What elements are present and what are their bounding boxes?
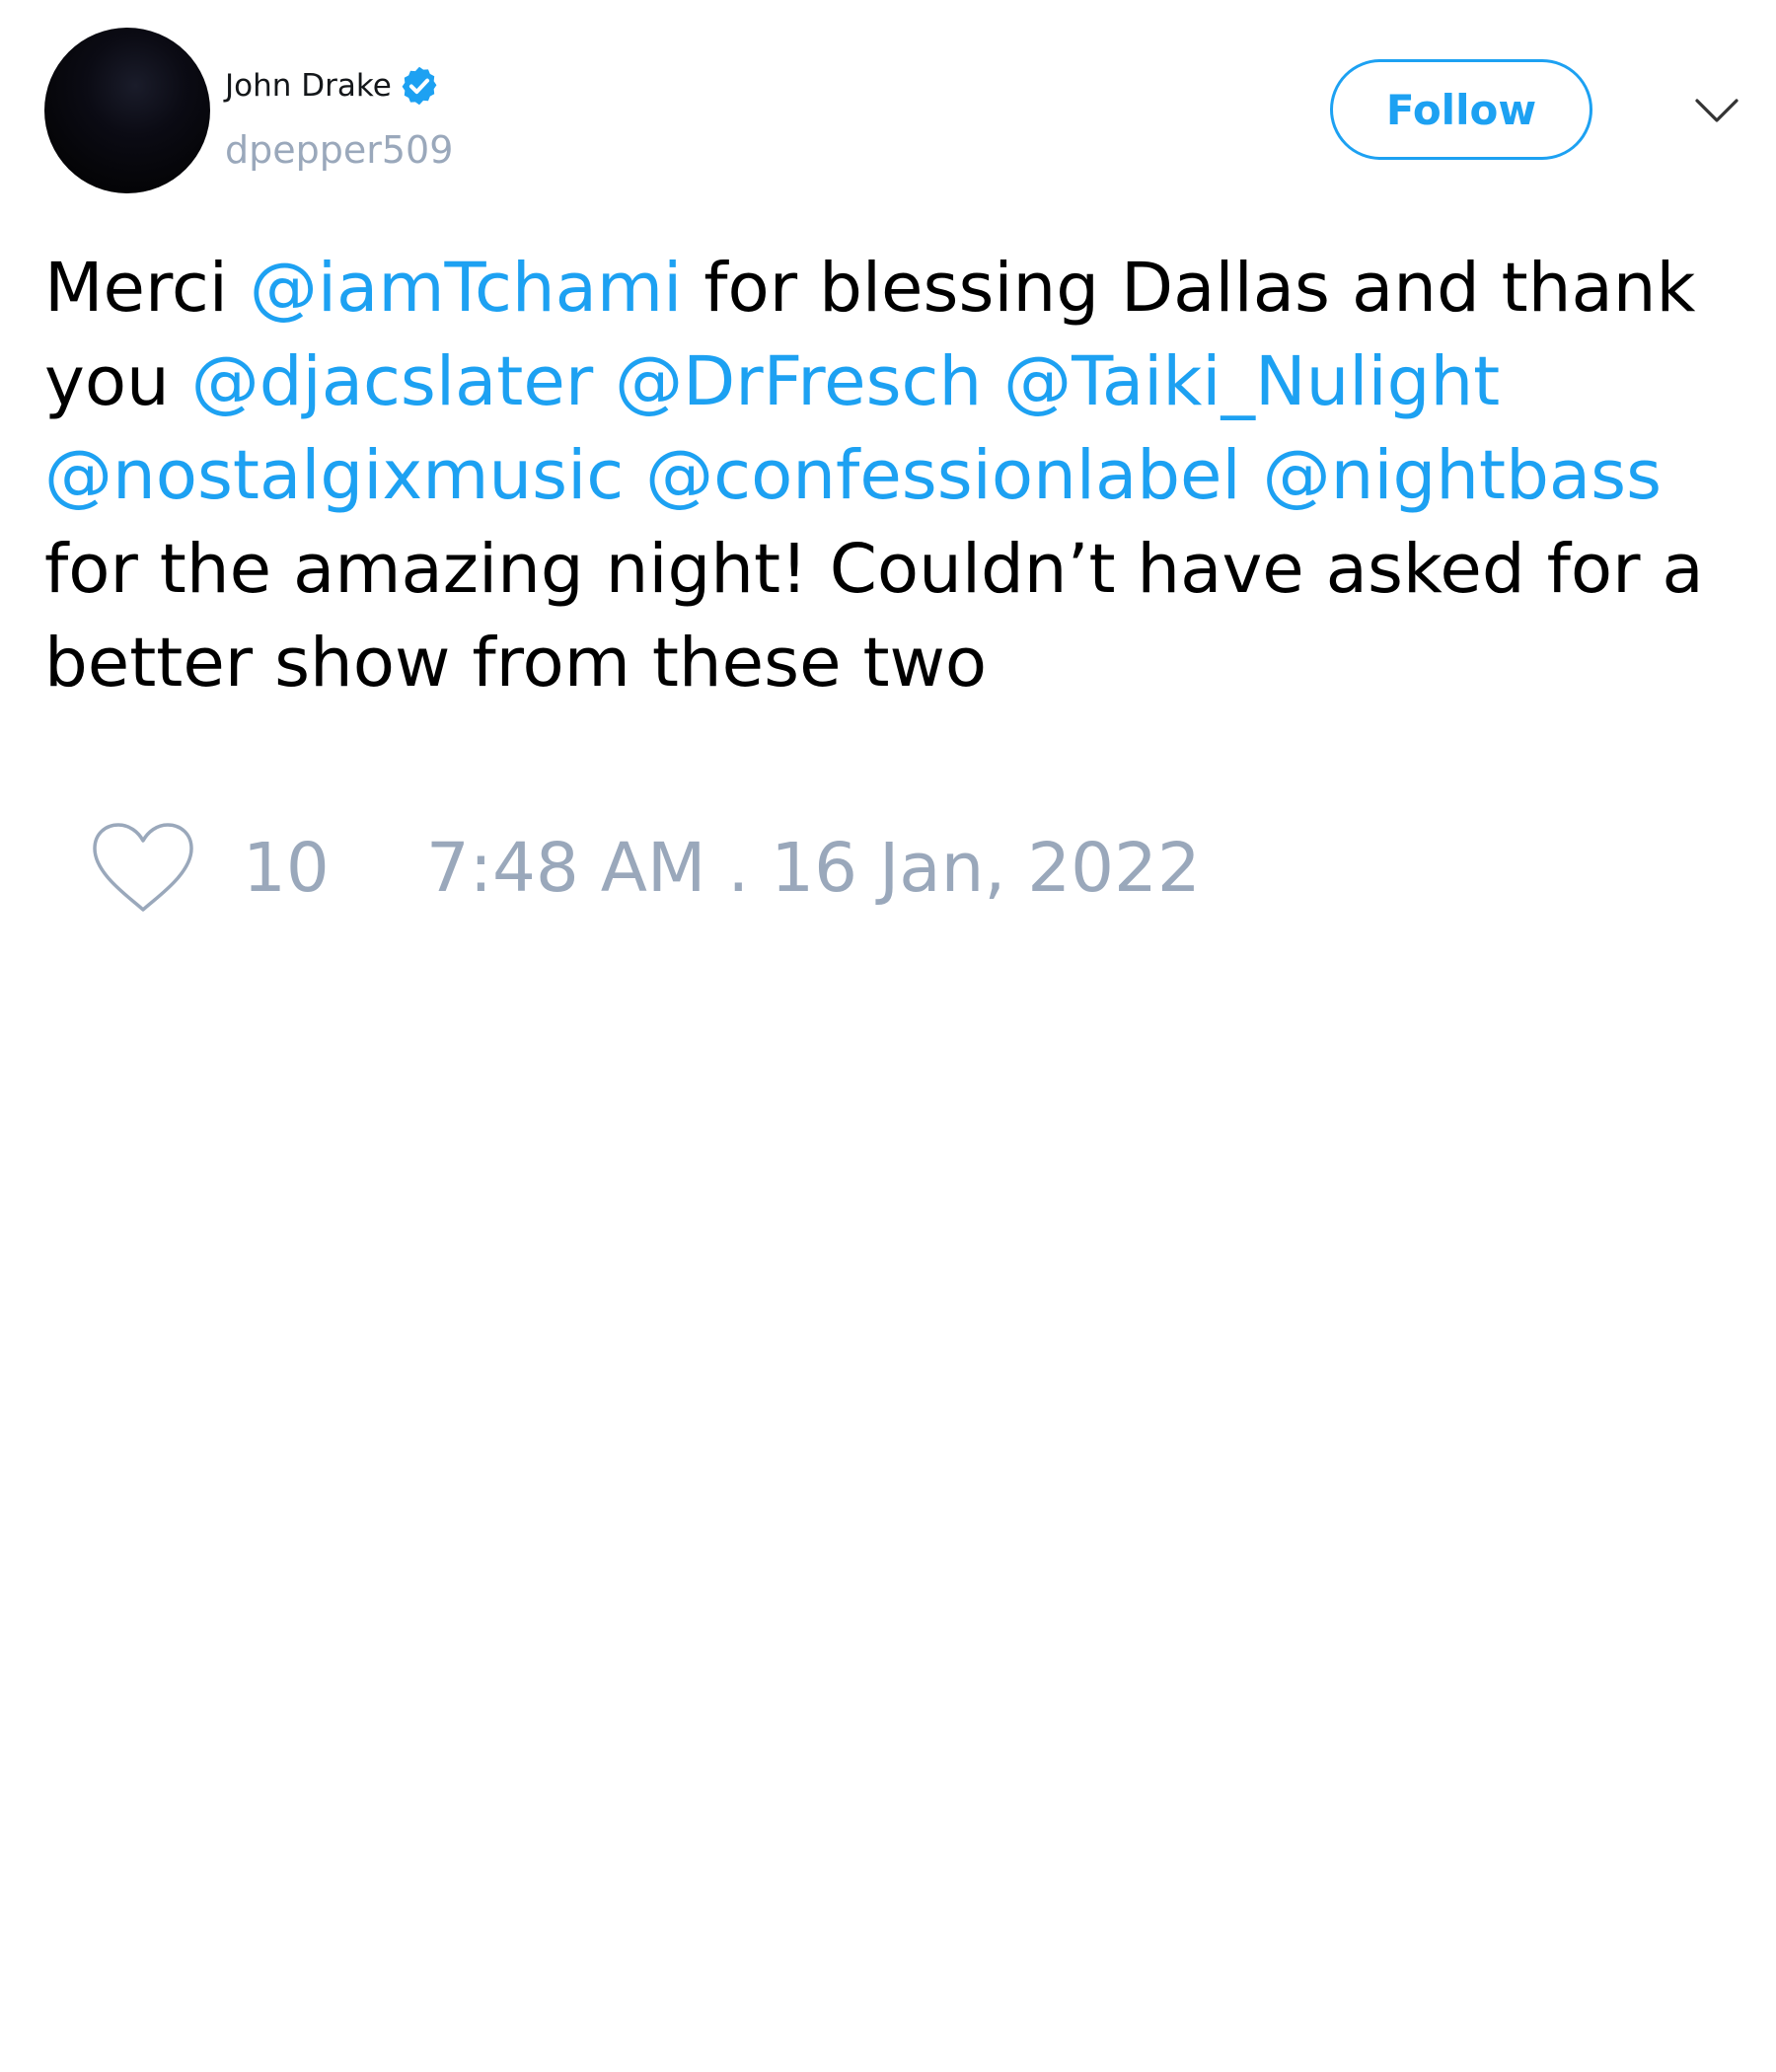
tweet-timestamp[interactable]: 7:48 AM . 16 Jan, 2022 <box>426 829 1201 908</box>
mention-link[interactable]: @nightbass <box>1263 436 1662 515</box>
mention-link[interactable]: @Taiki_Nulight <box>1003 342 1500 421</box>
follow-button[interactable]: Follow <box>1330 59 1592 160</box>
tweet-text-segment: for the amazing night! Couldn’t have ask… <box>44 530 1704 703</box>
tweet-text-segment <box>1241 436 1263 515</box>
tweet-card: John Drake dpepper509 Follow Merci @iamT… <box>0 0 1776 2072</box>
heart-outline-icon[interactable] <box>89 819 197 918</box>
tweet-footer: 10 7:48 AM . 16 Jan, 2022 <box>89 819 1201 918</box>
verified-badge-icon <box>398 64 441 108</box>
like-count: 10 <box>243 829 330 908</box>
mention-link[interactable]: @djacslater <box>191 342 593 421</box>
author-display-name[interactable]: John Drake <box>225 68 392 104</box>
tweet-text: Merci @iamTchami for blessing Dallas and… <box>44 242 1741 710</box>
mention-link[interactable]: @iamTchami <box>250 249 682 328</box>
tweet-text-segment <box>982 342 1003 421</box>
tweet-text-segment <box>624 436 645 515</box>
mention-link[interactable]: @confessionlabel <box>645 436 1241 515</box>
tweet-text-segment: Merci <box>44 249 250 328</box>
avatar[interactable] <box>44 28 210 193</box>
author-handle[interactable]: dpepper509 <box>225 128 453 172</box>
mention-link[interactable]: @DrFresch <box>615 342 982 421</box>
tweet-text-segment <box>593 342 615 421</box>
mention-link[interactable]: @nostalgixmusic <box>44 436 624 515</box>
author-name-row: John Drake <box>225 61 441 111</box>
chevron-down-icon[interactable] <box>1689 87 1744 136</box>
